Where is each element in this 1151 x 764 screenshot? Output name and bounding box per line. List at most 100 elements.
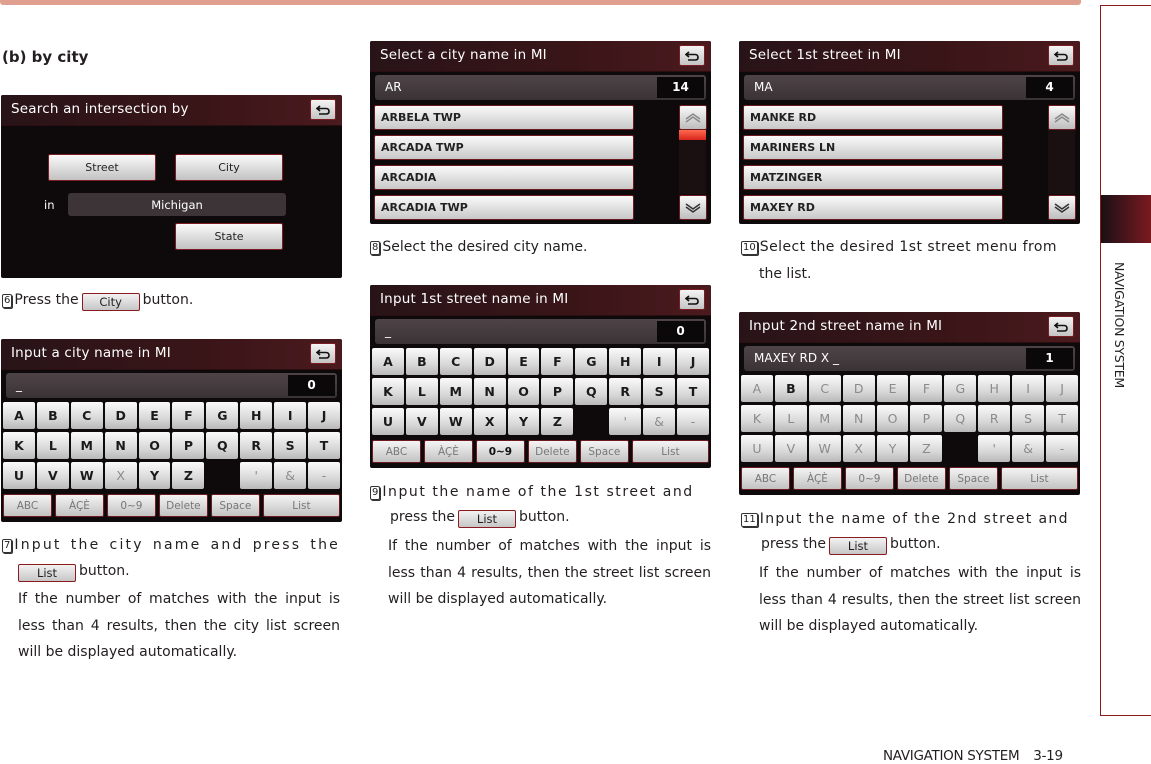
- delete-button[interactable]: Delete: [158, 494, 208, 517]
- key-a[interactable]: A: [372, 348, 404, 375]
- numeric-button[interactable]: 0~9: [106, 494, 156, 517]
- key-w[interactable]: W: [439, 408, 472, 435]
- key-n[interactable]: N: [104, 432, 137, 459]
- key-s[interactable]: S: [274, 432, 307, 459]
- numeric-button[interactable]: 0~9: [475, 440, 525, 463]
- space-button[interactable]: Space: [210, 494, 260, 517]
- key-c[interactable]: C: [70, 402, 103, 429]
- key-m[interactable]: M: [439, 378, 472, 405]
- key-k[interactable]: K: [741, 405, 773, 432]
- key-u[interactable]: U: [372, 408, 404, 435]
- input-bar[interactable]: AR 14: [375, 75, 706, 100]
- back-button[interactable]: [310, 343, 336, 364]
- scroll-down-button[interactable]: [1048, 195, 1076, 220]
- list-item[interactable]: ARCADIA: [374, 165, 634, 190]
- key-t[interactable]: T: [677, 378, 709, 405]
- key-v[interactable]: V: [774, 435, 807, 462]
- key-e[interactable]: E: [507, 348, 540, 375]
- key-c[interactable]: C: [808, 375, 841, 402]
- key-e[interactable]: E: [876, 375, 909, 402]
- input-bar[interactable]: MAXEY RD X _ 1: [744, 346, 1075, 371]
- back-button[interactable]: [679, 289, 705, 310]
- scrollbar-track[interactable]: [1048, 130, 1075, 194]
- accent-button[interactable]: ÀÇÈ: [423, 440, 473, 463]
- street-button[interactable]: Street: [48, 154, 156, 181]
- key-q[interactable]: Q: [944, 405, 977, 432]
- key-apostrophe[interactable]: ': [978, 435, 1011, 462]
- key-z[interactable]: Z: [172, 462, 205, 489]
- key-f[interactable]: F: [541, 348, 574, 375]
- key-y[interactable]: Y: [138, 462, 171, 489]
- list-item[interactable]: MAXEY RD: [743, 195, 1003, 220]
- key-ampersand[interactable]: &: [274, 462, 307, 489]
- key-m[interactable]: M: [70, 432, 103, 459]
- back-button[interactable]: [310, 99, 336, 120]
- list-item[interactable]: ARCADA TWP: [374, 135, 634, 160]
- key-g[interactable]: G: [944, 375, 977, 402]
- input-bar[interactable]: _ 0: [6, 373, 337, 398]
- key-r[interactable]: R: [978, 405, 1011, 432]
- key-k[interactable]: K: [3, 432, 35, 459]
- scroll-down-button[interactable]: [679, 195, 707, 220]
- key-u[interactable]: U: [741, 435, 773, 462]
- list-item[interactable]: MATZINGER: [743, 165, 1003, 190]
- back-button[interactable]: [679, 45, 705, 66]
- key-o[interactable]: O: [507, 378, 540, 405]
- key-m[interactable]: M: [808, 405, 841, 432]
- key-g[interactable]: G: [575, 348, 608, 375]
- key-j[interactable]: J: [677, 348, 709, 375]
- key-h[interactable]: H: [240, 402, 273, 429]
- input-bar[interactable]: _ 0: [375, 319, 706, 344]
- abc-button[interactable]: ABC: [372, 440, 421, 463]
- key-f[interactable]: F: [172, 402, 205, 429]
- key-h[interactable]: H: [978, 375, 1011, 402]
- key-h[interactable]: H: [609, 348, 642, 375]
- scrollbar-thumb[interactable]: [679, 130, 706, 140]
- key-y[interactable]: Y: [876, 435, 909, 462]
- key-j[interactable]: J: [308, 402, 340, 429]
- delete-button[interactable]: Delete: [896, 467, 946, 490]
- key-ampersand[interactable]: &: [1012, 435, 1045, 462]
- key-b[interactable]: B: [774, 375, 807, 402]
- input-bar[interactable]: MA 4: [744, 75, 1075, 100]
- list-button[interactable]: List: [1000, 467, 1078, 490]
- key-a[interactable]: A: [3, 402, 35, 429]
- accent-button[interactable]: ÀÇÈ: [54, 494, 104, 517]
- numeric-button[interactable]: 0~9: [844, 467, 894, 490]
- key-hyphen[interactable]: -: [308, 462, 340, 489]
- key-k[interactable]: K: [372, 378, 404, 405]
- key-p[interactable]: P: [172, 432, 205, 459]
- key-n[interactable]: N: [473, 378, 506, 405]
- key-z[interactable]: Z: [541, 408, 574, 435]
- scroll-up-button[interactable]: [679, 105, 707, 130]
- key-v[interactable]: V: [405, 408, 438, 435]
- key-s[interactable]: S: [643, 378, 676, 405]
- key-q[interactable]: Q: [206, 432, 239, 459]
- key-a[interactable]: A: [741, 375, 773, 402]
- key-x[interactable]: X: [842, 435, 875, 462]
- key-ampersand[interactable]: &: [643, 408, 676, 435]
- key-g[interactable]: G: [206, 402, 239, 429]
- key-l[interactable]: L: [405, 378, 438, 405]
- back-button[interactable]: [1048, 45, 1074, 66]
- key-s[interactable]: S: [1012, 405, 1045, 432]
- key-i[interactable]: I: [643, 348, 676, 375]
- list-item[interactable]: MARINERS LN: [743, 135, 1003, 160]
- key-o[interactable]: O: [876, 405, 909, 432]
- key-l[interactable]: L: [774, 405, 807, 432]
- key-f[interactable]: F: [910, 375, 943, 402]
- key-t[interactable]: T: [308, 432, 340, 459]
- state-button[interactable]: State: [175, 223, 283, 250]
- scroll-up-button[interactable]: [1048, 105, 1076, 130]
- abc-button[interactable]: ABC: [741, 467, 790, 490]
- key-apostrophe[interactable]: ': [240, 462, 273, 489]
- key-q[interactable]: Q: [575, 378, 608, 405]
- key-d[interactable]: D: [104, 402, 137, 429]
- list-item[interactable]: MANKE RD: [743, 105, 1003, 130]
- key-r[interactable]: R: [609, 378, 642, 405]
- key-w[interactable]: W: [808, 435, 841, 462]
- key-p[interactable]: P: [541, 378, 574, 405]
- space-button[interactable]: Space: [579, 440, 629, 463]
- city-button[interactable]: City: [175, 154, 283, 181]
- key-i[interactable]: I: [274, 402, 307, 429]
